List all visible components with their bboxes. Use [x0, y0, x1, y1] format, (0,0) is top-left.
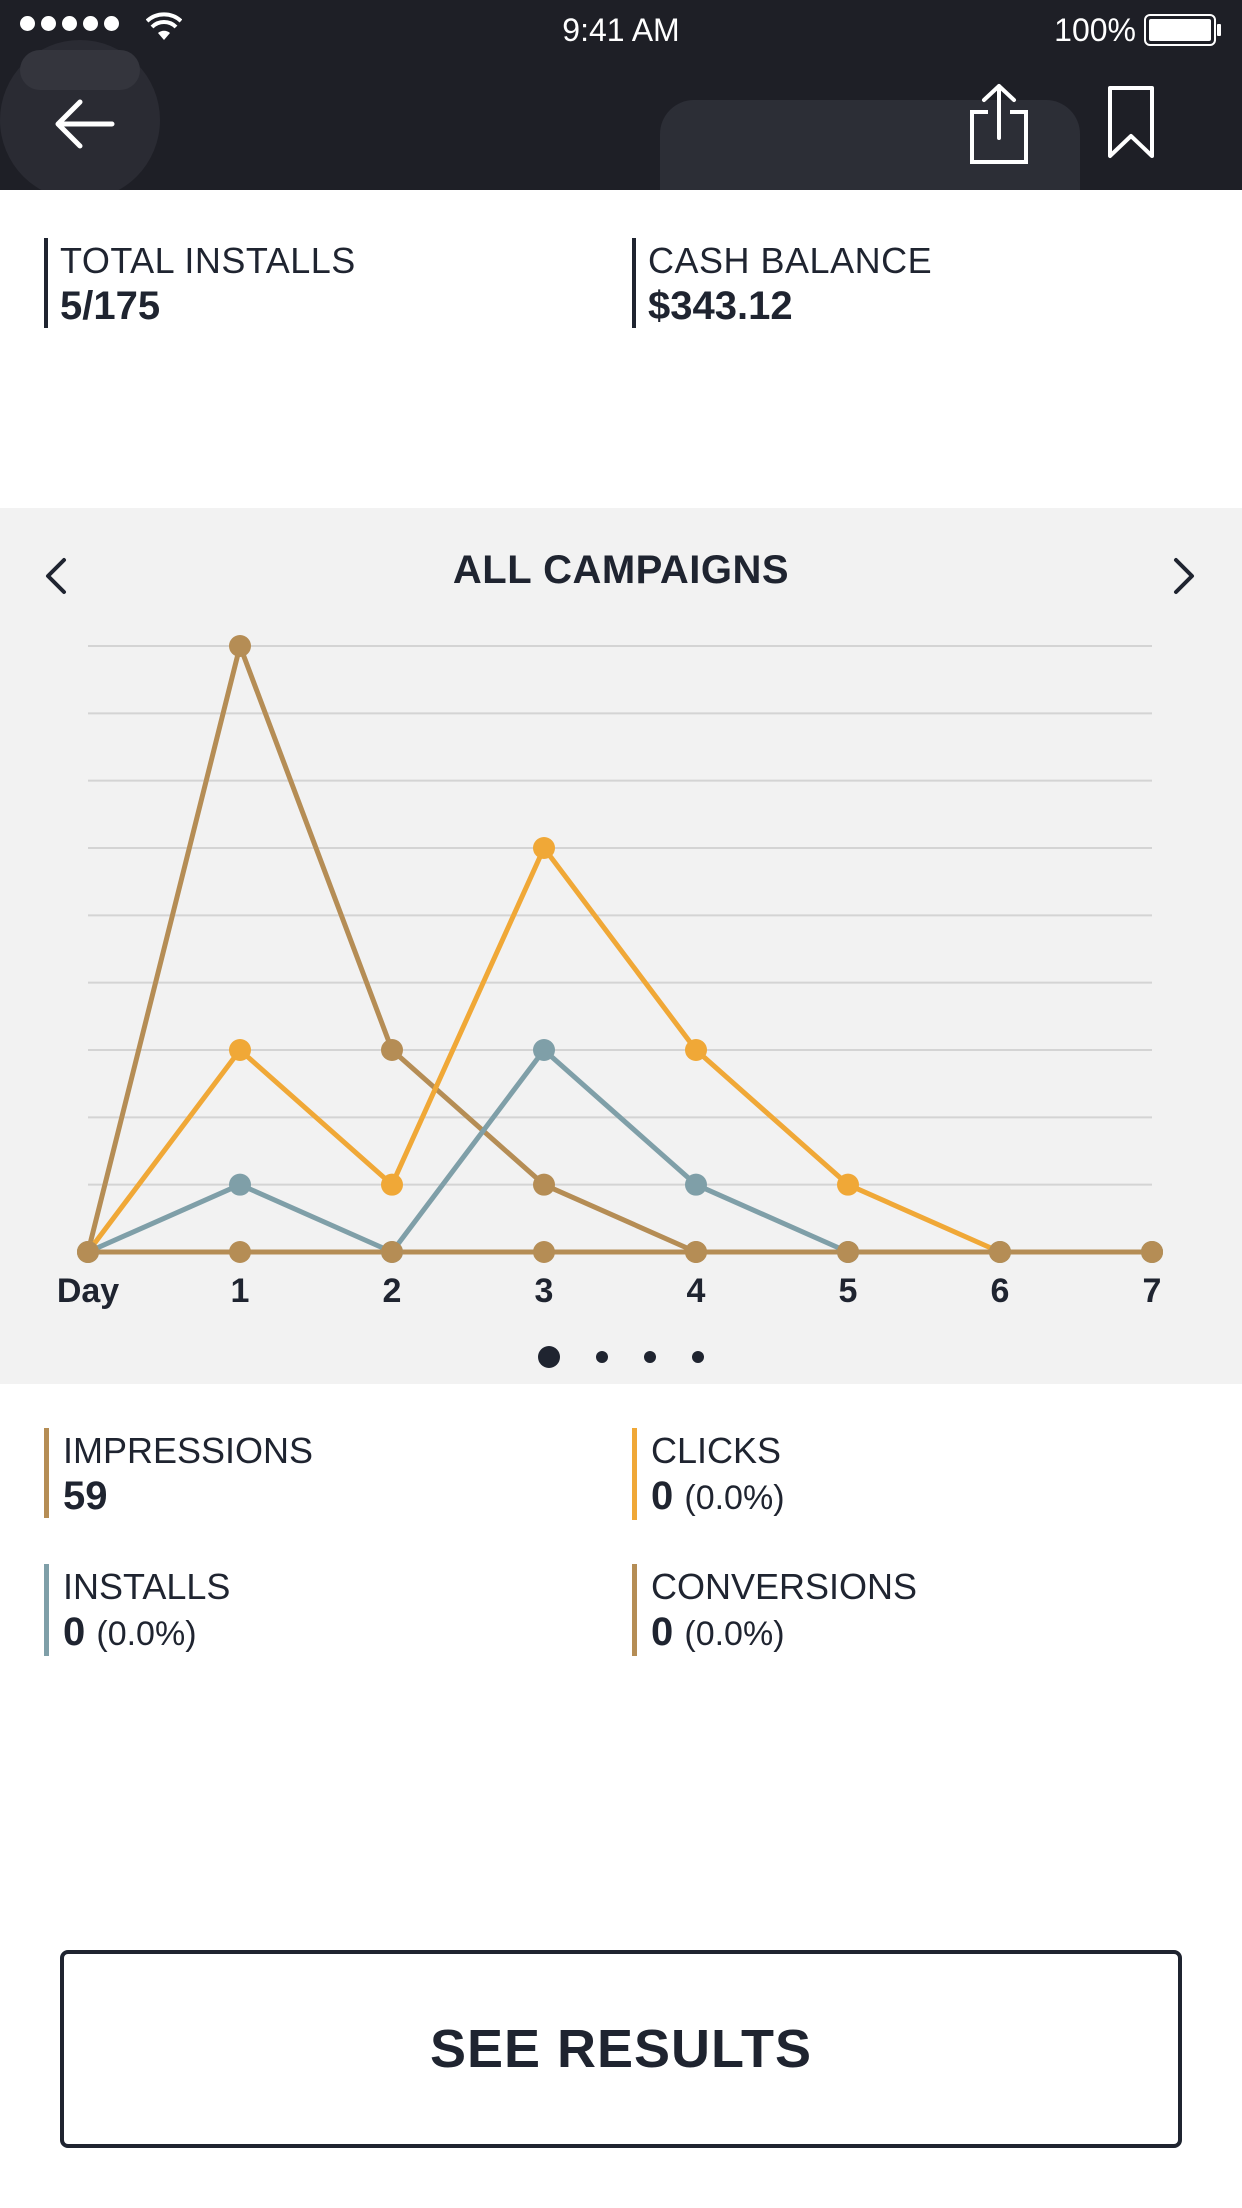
x-tick-label: Day — [57, 1272, 119, 1310]
header-bar: 9:41 AM 100% — [0, 0, 1242, 190]
conversions-point — [1141, 1241, 1163, 1263]
x-tick-label: 5 — [839, 1272, 858, 1310]
conversions-point — [229, 1241, 251, 1263]
conversions-point — [837, 1241, 859, 1263]
installs-label: INSTALLS — [63, 1566, 231, 1607]
battery-icon — [1144, 14, 1221, 46]
x-tick-label: 1 — [231, 1272, 250, 1310]
clicks-value: 0 (0.0%) — [651, 1474, 785, 1518]
cash-balance-stat: CASH BALANCE $343.12 — [632, 238, 932, 328]
total-installs-value: 5/175 — [60, 284, 161, 328]
chart-panel[interactable]: Day 1 2 3 4 5 6 7 ALL CAMPAIGNS — [0, 508, 1242, 1384]
conversions-value: 0 (0.0%) — [651, 1610, 785, 1654]
impressions-point — [533, 1173, 555, 1196]
status-bar: 9:41 AM 100% — [0, 0, 1242, 62]
clicks-point — [533, 837, 555, 859]
conversions-point — [685, 1241, 707, 1263]
conversions-label: CONVERSIONS — [651, 1566, 918, 1607]
clicks-metric: CLICKS 0 (0.0%) — [632, 1428, 785, 1520]
total-installs-label: TOTAL INSTALLS — [60, 240, 356, 281]
page-dot[interactable] — [596, 1351, 608, 1363]
impressions-value: 59 — [63, 1474, 108, 1518]
impressions-point — [381, 1039, 403, 1061]
bookmark-icon[interactable] — [1106, 84, 1156, 160]
installs-metric: INSTALLS 0 (0.0%) — [44, 1564, 230, 1656]
installs-point — [533, 1039, 555, 1061]
chevron-right-icon[interactable] — [1164, 548, 1204, 604]
page-indicator — [0, 1346, 1242, 1368]
share-icon[interactable] — [964, 82, 1034, 166]
conversions-point — [381, 1241, 403, 1263]
cash-balance-label: CASH BALANCE — [648, 240, 933, 281]
conversions-point — [77, 1241, 99, 1263]
conversions-metric: CONVERSIONS 0 (0.0%) — [632, 1564, 917, 1656]
cash-balance-value: $343.12 — [648, 284, 793, 328]
impressions-point — [229, 635, 251, 657]
clicks-point — [837, 1173, 859, 1196]
impressions-label: IMPRESSIONS — [63, 1430, 314, 1471]
x-tick-label: 2 — [383, 1272, 402, 1310]
chart-title: ALL CAMPAIGNS — [452, 548, 790, 592]
installs-value: 0 (0.0%) — [63, 1610, 197, 1654]
impressions-metric: IMPRESSIONS 59 — [44, 1428, 313, 1518]
installs-point — [685, 1173, 707, 1196]
page-dot[interactable] — [644, 1351, 656, 1363]
conversions-point — [989, 1241, 1011, 1263]
page-dot[interactable] — [538, 1346, 560, 1368]
installs-point — [229, 1173, 251, 1196]
clicks-point — [381, 1173, 403, 1196]
total-installs-stat: TOTAL INSTALLS 5/175 — [44, 238, 356, 328]
arrow-left-icon[interactable] — [52, 94, 122, 154]
installs-series-line — [86, 1047, 1152, 1255]
page-dot[interactable] — [692, 1351, 704, 1363]
conversions-point — [533, 1241, 555, 1263]
x-tick-label: 7 — [1143, 1272, 1162, 1310]
x-tick-label: 4 — [687, 1272, 706, 1310]
x-tick-label: 3 — [535, 1272, 554, 1310]
clicks-point — [229, 1039, 251, 1061]
see-results-button[interactable]: SEE RESULTS — [60, 1950, 1182, 2148]
clicks-point — [685, 1039, 707, 1061]
campaign-line-chart: Day 1 2 3 4 5 6 7 — [57, 635, 1163, 1310]
battery-percent: 100% — [1054, 12, 1136, 48]
x-tick-label: 6 — [991, 1272, 1010, 1310]
clicks-label: CLICKS — [651, 1430, 782, 1471]
summary-section: TOTAL INSTALLS 5/175 CASH BALANCE $343.1… — [0, 190, 1242, 508]
